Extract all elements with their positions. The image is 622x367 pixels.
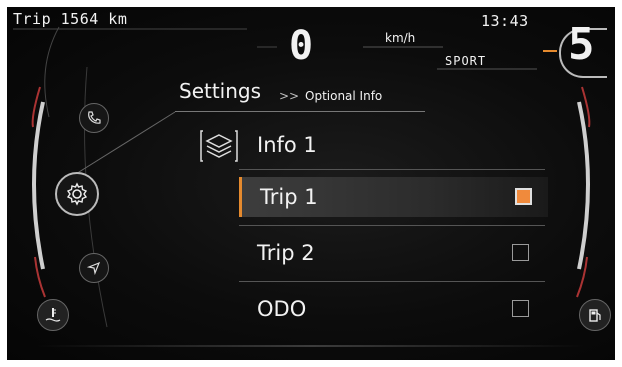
phone-icon[interactable] bbox=[79, 103, 109, 133]
navigation-arrow-icon[interactable] bbox=[79, 253, 109, 283]
trip-1-checkbox[interactable] bbox=[515, 188, 532, 205]
settings-gear-icon[interactable] bbox=[55, 172, 99, 216]
speed-unit: km/h bbox=[385, 31, 416, 45]
row-divider bbox=[239, 225, 545, 226]
ride-mode: SPORT bbox=[445, 54, 487, 68]
menu-item-trip-1[interactable]: Trip 1 bbox=[239, 177, 548, 217]
coolant-temperature-icon bbox=[37, 299, 69, 331]
clock-time: 13:43 bbox=[481, 12, 529, 30]
breadcrumb-separator: >> bbox=[279, 89, 300, 103]
layers-icon bbox=[199, 127, 239, 165]
trip-distance: Trip 1564 km bbox=[13, 10, 128, 28]
row-divider bbox=[239, 169, 545, 170]
bottom-divider bbox=[37, 345, 587, 347]
heading-divider bbox=[175, 111, 425, 112]
menu-item-trip-2[interactable]: Trip 2 bbox=[239, 233, 545, 273]
gear-indicator-tick bbox=[543, 50, 557, 52]
gear-indicator: 5 bbox=[568, 19, 595, 70]
menu-item-label: Trip 1 bbox=[260, 185, 318, 209]
speed-readout: 0 bbox=[289, 23, 314, 69]
trip-2-checkbox[interactable] bbox=[512, 244, 529, 261]
dashboard-screen: Trip 1564 km 13:43 km/h SPORT 0 5 Settin… bbox=[7, 7, 615, 360]
fuel-icon bbox=[579, 299, 611, 331]
breadcrumb-current: Optional Info bbox=[305, 89, 383, 103]
menu-item-label: ODO bbox=[257, 297, 307, 321]
menu-item-odo[interactable]: ODO bbox=[239, 289, 545, 329]
info-header: Info 1 bbox=[257, 133, 317, 157]
page-title: Settings bbox=[179, 79, 262, 103]
menu-item-label: Trip 2 bbox=[257, 241, 315, 265]
row-divider bbox=[239, 281, 545, 282]
odo-checkbox[interactable] bbox=[512, 300, 529, 317]
